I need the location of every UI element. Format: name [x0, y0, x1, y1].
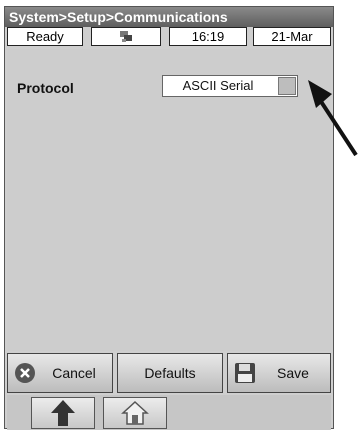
up-button[interactable] [31, 397, 95, 429]
up-arrow-icon [51, 400, 75, 426]
pointer-arrow-icon [308, 80, 358, 157]
defaults-button[interactable]: Defaults [117, 353, 223, 393]
save-label: Save [277, 365, 309, 381]
protocol-label: Protocol [17, 80, 74, 96]
protocol-dropdown-button[interactable] [278, 77, 296, 95]
cancel-icon [15, 363, 35, 383]
status-bar: Ready 16:19 21-Mar [7, 27, 331, 47]
home-icon [121, 400, 149, 425]
protocol-value: ASCII Serial [182, 78, 254, 93]
defaults-label: Defaults [144, 365, 196, 381]
status-date: 21-Mar [253, 27, 331, 46]
navigation-bar [7, 395, 331, 430]
device-screen: System>Setup>Communications Ready 16:19 … [4, 6, 334, 430]
settings-panel: Protocol ASCII Serial [7, 49, 331, 351]
save-button[interactable]: Save [227, 353, 331, 393]
status-network [91, 27, 161, 46]
protocol-select[interactable]: ASCII Serial [162, 75, 298, 97]
cancel-label: Cancel [52, 365, 96, 381]
title-breadcrumb: System>Setup>Communications [5, 7, 333, 27]
status-time: 16:19 [169, 27, 247, 46]
cancel-button[interactable]: Cancel [7, 353, 113, 393]
floppy-disk-icon [235, 363, 255, 383]
status-state: Ready [7, 27, 83, 46]
network-icon [120, 31, 132, 42]
home-button[interactable] [103, 397, 167, 429]
action-bar: Cancel Defaults Save [7, 353, 331, 395]
